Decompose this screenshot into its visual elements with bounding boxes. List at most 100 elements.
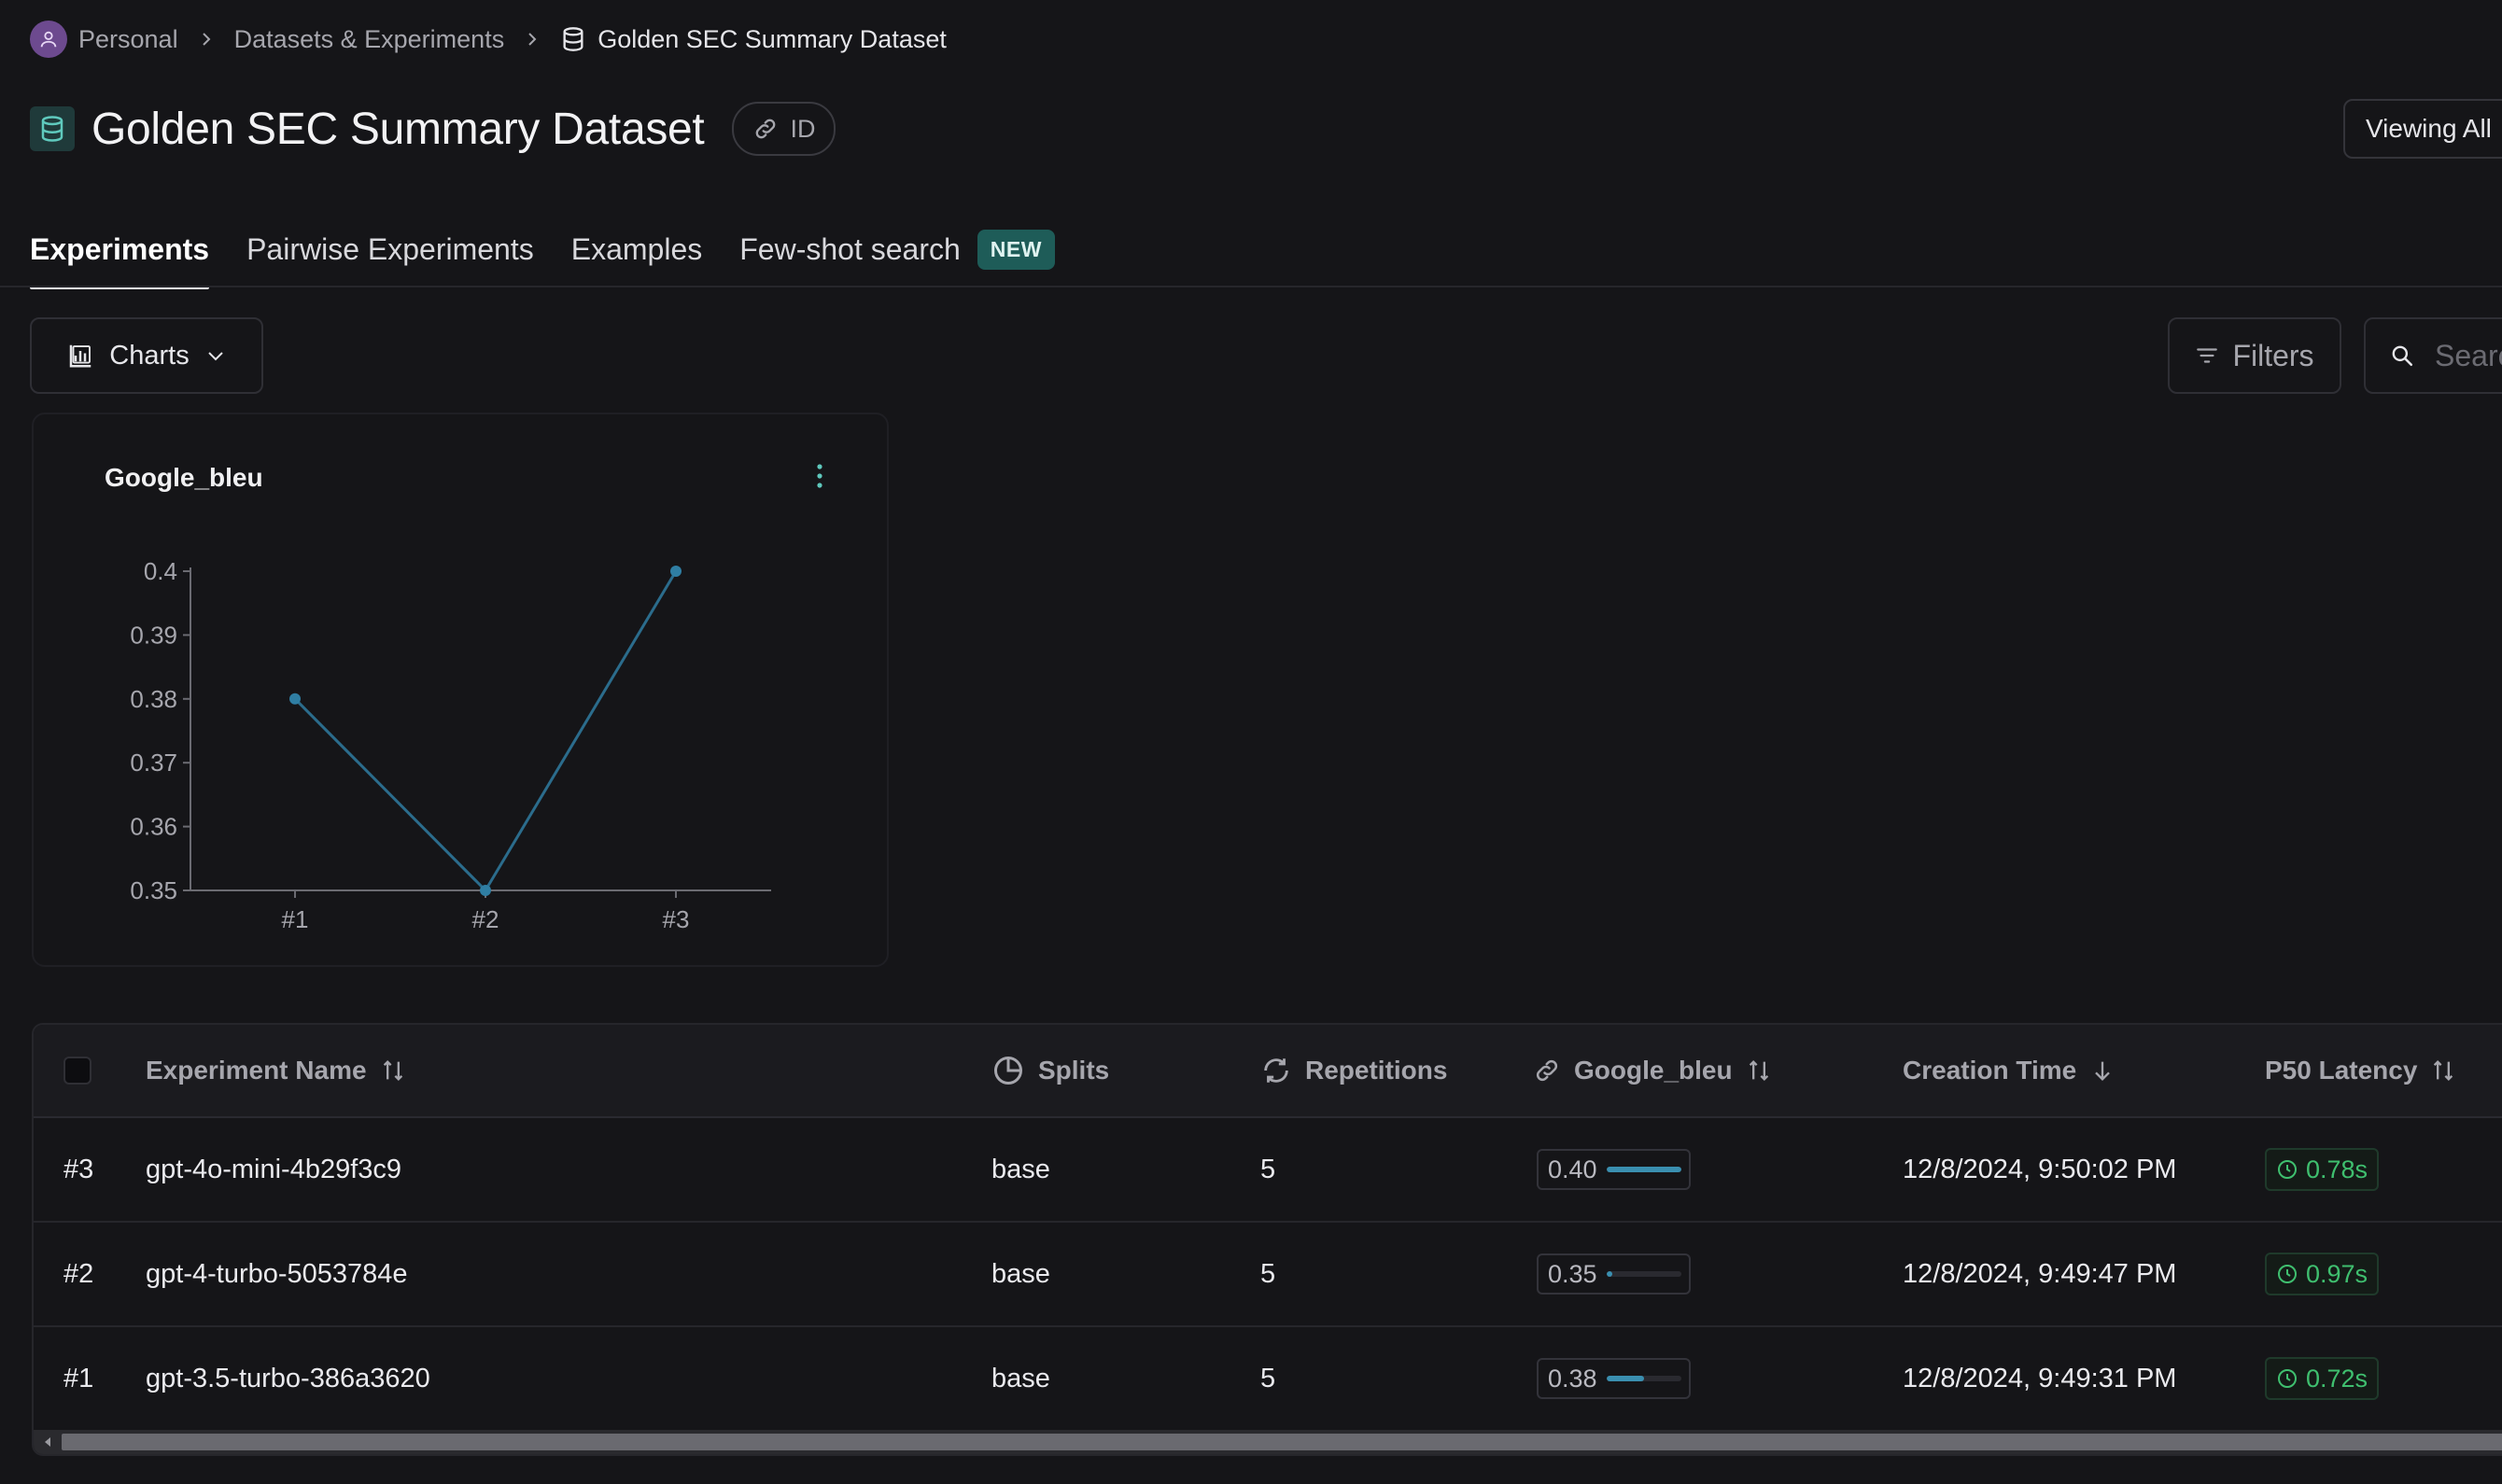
filters-label: Filters [2232, 338, 2314, 372]
breadcrumb-current: Golden SEC Summary Dataset [560, 25, 947, 54]
column-splits-label: Splits [1038, 1056, 1110, 1085]
x-tick-label: #1 [282, 905, 309, 933]
breadcrumb-datasets[interactable]: Datasets & Experiments [234, 25, 505, 54]
creation-time-cell: 12/8/2024, 9:50:02 PM [1903, 1154, 2177, 1184]
column-created-label: Creation Time [1903, 1056, 2077, 1085]
metric-value: 0.38 [1548, 1364, 1597, 1393]
split-cell: base [991, 1363, 1050, 1393]
charts-dropdown-button[interactable]: Charts [30, 317, 263, 394]
tab-pairwise-experiments[interactable]: Pairwise Experiments [246, 215, 534, 284]
table-row[interactable]: #2 gpt-4-turbo-5053784e base 5 0.35 12/8… [34, 1223, 2502, 1327]
metric-cell[interactable]: 0.38 [1537, 1327, 1691, 1430]
search-field[interactable] [2364, 317, 2502, 394]
tab-label: Examples [570, 231, 703, 266]
database-icon [41, 116, 63, 142]
y-tick-label: 0.37 [130, 749, 177, 777]
metric-bar-fill [1606, 1271, 1612, 1277]
metric-chip: 0.40 [1537, 1149, 1691, 1190]
column-header-google-bleu[interactable]: Google_bleu [1533, 1025, 1772, 1116]
tab-examples[interactable]: Examples [571, 215, 703, 284]
breadcrumb-label-personal: Personal [78, 24, 178, 53]
experiment-name-link[interactable]: gpt-4o-mini-4b29f3c9 [146, 1118, 401, 1221]
clock-icon [2278, 1369, 2297, 1388]
horizontal-scrollbar[interactable] [34, 1430, 2502, 1454]
database-icon [563, 27, 583, 51]
chart-icon [70, 344, 91, 368]
sort-icon [1749, 1060, 1768, 1081]
search-input[interactable] [2433, 337, 2502, 374]
tab-label: Few-shot search [739, 231, 961, 266]
sort-icon [383, 1060, 402, 1081]
column-header-repetitions[interactable]: Repetitions [1260, 1025, 1447, 1116]
copy-id-button[interactable]: ID [732, 102, 836, 156]
filters-button[interactable]: Filters [2168, 317, 2341, 394]
x-tick-label: #3 [663, 905, 690, 933]
y-tick-label: 0.39 [130, 621, 177, 649]
latency-value: 0.97s [2306, 1259, 2368, 1288]
scrollbar-thumb[interactable] [62, 1434, 2502, 1450]
chevron-down-icon [207, 352, 223, 361]
row-id: #3 [63, 1154, 94, 1184]
page-title: Golden SEC Summary Dataset [91, 104, 705, 154]
new-badge: NEW [977, 229, 1055, 270]
metric-value: 0.40 [1548, 1155, 1597, 1183]
y-tick-label: 0.38 [130, 685, 177, 713]
viewing-all-button[interactable]: Viewing All [2343, 99, 2502, 159]
table-row[interactable]: #3 gpt-4o-mini-4b29f3c9 base 5 0.40 12/8… [34, 1118, 2502, 1223]
latency-chip: 0.78s [2265, 1148, 2380, 1191]
arrow-down-icon [2095, 1061, 2111, 1081]
filter-icon [2197, 348, 2218, 363]
latency-cell: 0.78s [2265, 1118, 2380, 1221]
select-all-checkbox[interactable] [63, 1025, 91, 1116]
breadcrumb-label-datasets: Datasets & Experiments [233, 24, 505, 53]
search-icon [2392, 345, 2413, 367]
tab-experiments[interactable]: Experiments [30, 215, 210, 289]
column-header-p50-latency[interactable]: P50 Latency [2265, 1025, 2456, 1116]
clock-icon [2278, 1160, 2297, 1179]
latency-value: 0.78s [2306, 1155, 2368, 1183]
y-tick-label: 0.4 [144, 557, 177, 585]
column-name-label: Experiment Name [146, 1056, 367, 1085]
latency-value: 0.72s [2306, 1364, 2368, 1393]
metric-bar [1606, 1271, 1681, 1277]
experiment-name-link[interactable]: gpt-3.5-turbo-386a3620 [146, 1327, 430, 1430]
table-row[interactable]: #1 gpt-3.5-turbo-386a3620 base 5 0.38 12… [34, 1327, 2502, 1432]
page-header: Golden SEC Summary Dataset ID [30, 101, 836, 157]
tab-label: Pairwise Experiments [246, 231, 534, 266]
y-tick-label: 0.36 [130, 813, 177, 841]
creation-time-cell: 12/8/2024, 9:49:31 PM [1903, 1363, 2177, 1393]
metric-chip: 0.35 [1537, 1253, 1691, 1295]
column-latency-label: P50 Latency [2265, 1056, 2418, 1085]
metric-bar [1606, 1376, 1681, 1381]
clock-icon [2278, 1265, 2297, 1283]
metric-bar-fill [1606, 1167, 1681, 1172]
metric-cell[interactable]: 0.40 [1537, 1118, 1691, 1221]
latency-cell: 0.72s [2265, 1327, 2380, 1430]
data-point [480, 885, 491, 896]
latency-chip: 0.72s [2265, 1357, 2380, 1400]
sort-icon [2434, 1060, 2453, 1081]
tab-few-shot-search[interactable]: Few-shot search NEW [739, 215, 1055, 284]
table-header: Experiment Name Splits Repetitions Googl… [34, 1025, 2502, 1118]
metric-chip: 0.38 [1537, 1358, 1691, 1399]
latency-cell: 0.97s [2265, 1223, 2380, 1325]
breadcrumb-label-current: Golden SEC Summary Dataset [597, 24, 947, 53]
column-header-creation-time[interactable]: Creation Time [1903, 1025, 2115, 1116]
chevron-right-icon [525, 32, 540, 47]
charts-label: Charts [109, 340, 190, 371]
column-header-name[interactable]: Experiment Name [146, 1025, 406, 1116]
pie-chart-icon [994, 1057, 1022, 1085]
breadcrumb-personal[interactable]: Personal [30, 21, 178, 58]
scroll-left-icon [45, 1437, 50, 1447]
avatar [30, 21, 67, 58]
chart-card: Google_bleu 0.35 0.36 0.37 0.38 0.39 0.4 #1 #2 #… [32, 413, 889, 967]
experiment-name-link[interactable]: gpt-4-turbo-5053784e [146, 1223, 408, 1325]
column-header-splits[interactable]: Splits [991, 1025, 1109, 1116]
metric-cell[interactable]: 0.35 [1537, 1223, 1691, 1325]
data-point [289, 693, 301, 705]
tabs-divider [0, 286, 2502, 287]
repetitions-cell: 5 [1260, 1154, 1276, 1184]
row-id: #2 [63, 1258, 94, 1289]
y-tick-label: 0.35 [130, 876, 177, 904]
series-line [293, 570, 678, 893]
